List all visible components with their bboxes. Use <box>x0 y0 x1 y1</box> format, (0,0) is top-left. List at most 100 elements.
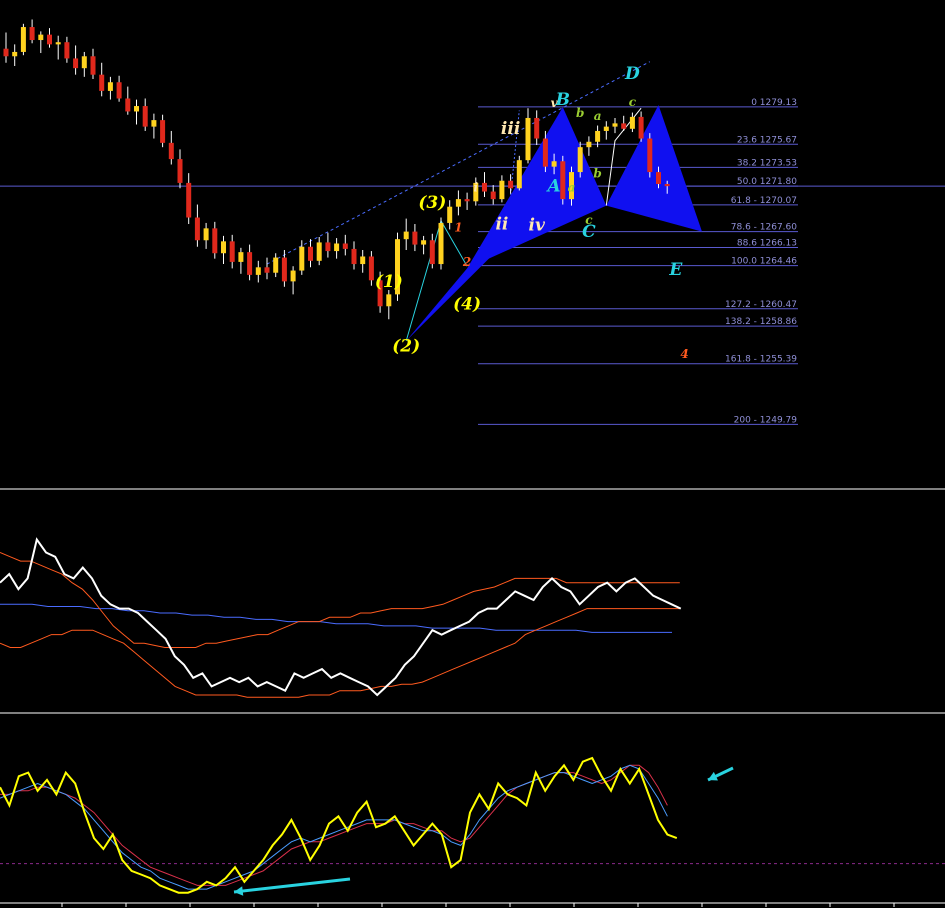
candle-body <box>186 182 192 218</box>
candle-body <box>90 56 96 75</box>
candle-body <box>516 160 522 189</box>
wave-label: 1 <box>454 221 462 235</box>
wave-label: b <box>593 166 601 180</box>
candle-body <box>525 117 531 161</box>
candle-body <box>308 246 313 261</box>
candle-body <box>290 270 296 282</box>
candle-body <box>334 243 340 252</box>
candle-body <box>160 120 166 143</box>
fib-label: 100.0 1264.46 <box>731 257 797 267</box>
candle-body <box>273 257 279 273</box>
candle-body <box>464 199 470 202</box>
candle-body <box>12 51 18 57</box>
candle-body <box>238 252 244 262</box>
wave-label: iv <box>529 216 546 236</box>
candle-body <box>386 294 392 307</box>
fib-label: 88.6 1266.13 <box>737 239 797 249</box>
candle-body <box>412 231 418 245</box>
wave-label: b <box>576 106 584 120</box>
candle-body <box>177 159 183 183</box>
candle-body <box>560 161 566 200</box>
candle-body <box>229 241 235 262</box>
candle-body <box>64 42 70 59</box>
candle-body <box>81 56 87 69</box>
candle-body <box>134 106 139 112</box>
candle-body <box>403 231 409 240</box>
candle-body <box>421 240 427 245</box>
candle-body <box>351 248 357 265</box>
candle-body <box>316 242 322 261</box>
candle-body <box>629 116 635 129</box>
candle-body <box>212 228 218 254</box>
candle-body <box>203 228 209 241</box>
candle-body <box>125 98 131 112</box>
candle-body <box>577 147 583 173</box>
candle-body <box>429 240 435 265</box>
candle-body <box>264 267 270 273</box>
candle-body <box>55 42 61 45</box>
candle-body <box>342 243 348 249</box>
candle-body <box>534 117 540 139</box>
fib-label: 23.6 1275.67 <box>737 135 797 145</box>
candle-body <box>438 222 444 265</box>
wave-label: a <box>594 109 602 123</box>
fib-label: 38.2 1273.53 <box>737 158 797 168</box>
wave-label: c <box>629 95 637 109</box>
wave-label: (1) <box>375 272 403 292</box>
candle-body <box>360 256 366 265</box>
candle-body <box>621 123 627 129</box>
trading-chart[interactable]: 0 1279.1323.6 1275.6738.2 1273.5350.0 12… <box>0 0 945 908</box>
candle-body <box>325 242 331 252</box>
candle-body <box>499 180 505 200</box>
candle-body <box>490 191 496 200</box>
wave-label: i <box>474 181 479 195</box>
candle-body <box>3 48 9 57</box>
candle-body <box>20 27 26 52</box>
wave-label: a <box>568 181 576 195</box>
candle-body <box>664 183 670 187</box>
candle-body <box>194 217 200 241</box>
candle-body <box>595 130 601 142</box>
candle-body <box>647 138 653 173</box>
candle-body <box>368 256 374 281</box>
candle-body <box>247 252 253 275</box>
candle-body <box>586 141 592 148</box>
candle-body <box>142 106 148 127</box>
wave-label: A <box>545 177 560 197</box>
fib-label: 0 1279.13 <box>751 98 797 108</box>
wave-label: iii <box>501 119 520 139</box>
candle-body <box>151 120 157 127</box>
chart-background <box>0 0 945 908</box>
candle-body <box>638 116 644 139</box>
candle-body <box>656 172 661 184</box>
candle-body <box>612 123 618 127</box>
candle-body <box>99 74 105 91</box>
candle-body <box>116 82 122 99</box>
candle-body <box>455 199 461 207</box>
wave-label: C <box>582 222 596 242</box>
candle-body <box>508 180 514 189</box>
fib-label: 161.8 - 1255.39 <box>725 355 797 365</box>
candle-body <box>107 82 113 91</box>
candle-body <box>29 27 35 41</box>
wave-label: ii <box>495 214 508 234</box>
candle-body <box>221 241 226 254</box>
fib-label: 127.2 - 1260.47 <box>725 300 797 310</box>
candle-body <box>73 58 79 69</box>
wave-label: B <box>555 90 570 110</box>
wave-label: (2) <box>392 337 420 357</box>
candle-body <box>551 161 557 167</box>
candle-body <box>168 142 174 160</box>
candle-body <box>299 246 305 271</box>
fib-label: 78.6 - 1267.60 <box>731 223 797 233</box>
fib-label: 138.2 - 1258.86 <box>725 317 797 327</box>
candle-body <box>255 267 261 275</box>
candle-body <box>281 257 287 282</box>
candle-body <box>603 126 609 131</box>
wave-label: 2 <box>462 255 471 269</box>
candle-body <box>482 182 487 192</box>
candle-body <box>447 206 453 223</box>
wave-label: (3) <box>418 193 446 213</box>
wave-label: (4) <box>453 295 481 315</box>
candle-body <box>38 34 44 41</box>
